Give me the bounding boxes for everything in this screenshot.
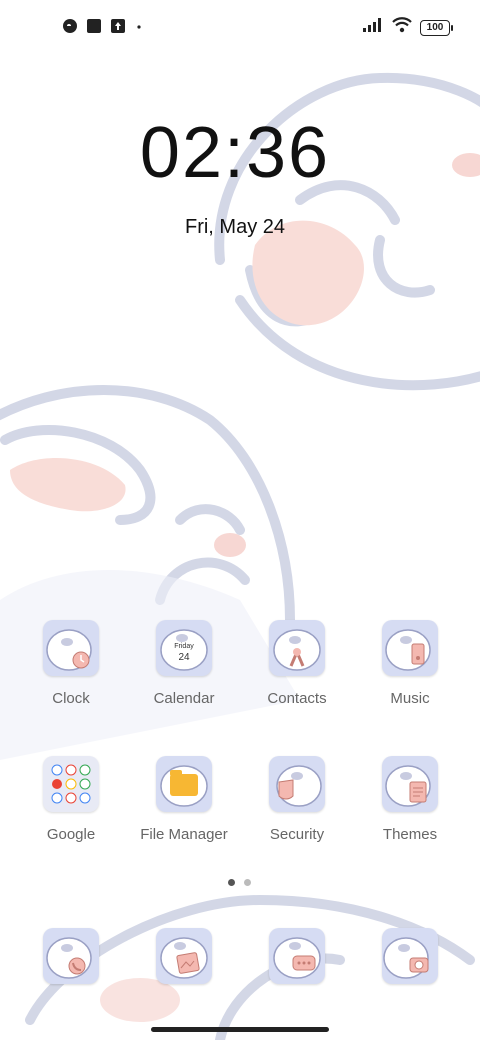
status-bar: 100 [0,0,480,56]
app-label: Themes [382,826,438,843]
clock-icon[interactable] [43,620,99,676]
app-file-manager[interactable]: File Manager [129,756,239,843]
wifi-icon [392,17,412,38]
app-clock[interactable]: Clock [16,620,126,707]
app-music[interactable]: Music [355,620,465,707]
dot-icon [134,18,144,39]
themes-icon[interactable] [382,756,438,812]
phone-icon[interactable] [43,928,99,984]
page-dot-active[interactable] [228,879,235,886]
music-icon[interactable] [382,620,438,676]
gesture-bar[interactable] [151,1027,329,1032]
app-label: Security [269,826,325,843]
file-manager-icon[interactable] [156,756,212,812]
dock-gallery[interactable] [129,928,239,984]
dock-camera[interactable] [355,928,465,984]
messages-icon[interactable] [269,928,325,984]
app-themes[interactable]: Themes [355,756,465,843]
calendar-day: Friday [174,643,194,650]
security-icon[interactable] [269,756,325,812]
app-label: Contacts [267,690,327,707]
dock-phone[interactable] [16,928,126,984]
battery-icon: 100 [420,19,453,36]
dock-messages[interactable] [242,928,352,984]
app-calendar[interactable]: Friday 24 Calendar [129,620,239,707]
page-indicator [228,879,251,886]
app-google[interactable]: Google [16,756,126,843]
calendar-icon[interactable]: Friday 24 [156,620,212,676]
upload-icon [110,18,126,39]
camera-icon[interactable] [382,928,438,984]
lock-time[interactable]: 02:36 [0,112,470,194]
square-icon [86,18,102,39]
gallery-icon[interactable] [156,928,212,984]
page-dot[interactable] [244,879,251,886]
cat-icon [62,18,78,39]
app-security[interactable]: Security [242,756,352,843]
google-folder-icon[interactable] [43,756,99,812]
app-label: Google [46,826,96,843]
app-contacts[interactable]: Contacts [242,620,352,707]
lock-date[interactable]: Fri, May 24 [0,216,470,239]
signal-icon [362,17,384,38]
calendar-num: 24 [178,652,190,663]
app-label: File Manager [140,826,228,843]
app-label: Clock [52,690,90,707]
app-label: Music [390,690,430,707]
app-label: Calendar [153,690,215,707]
contacts-icon[interactable] [269,620,325,676]
